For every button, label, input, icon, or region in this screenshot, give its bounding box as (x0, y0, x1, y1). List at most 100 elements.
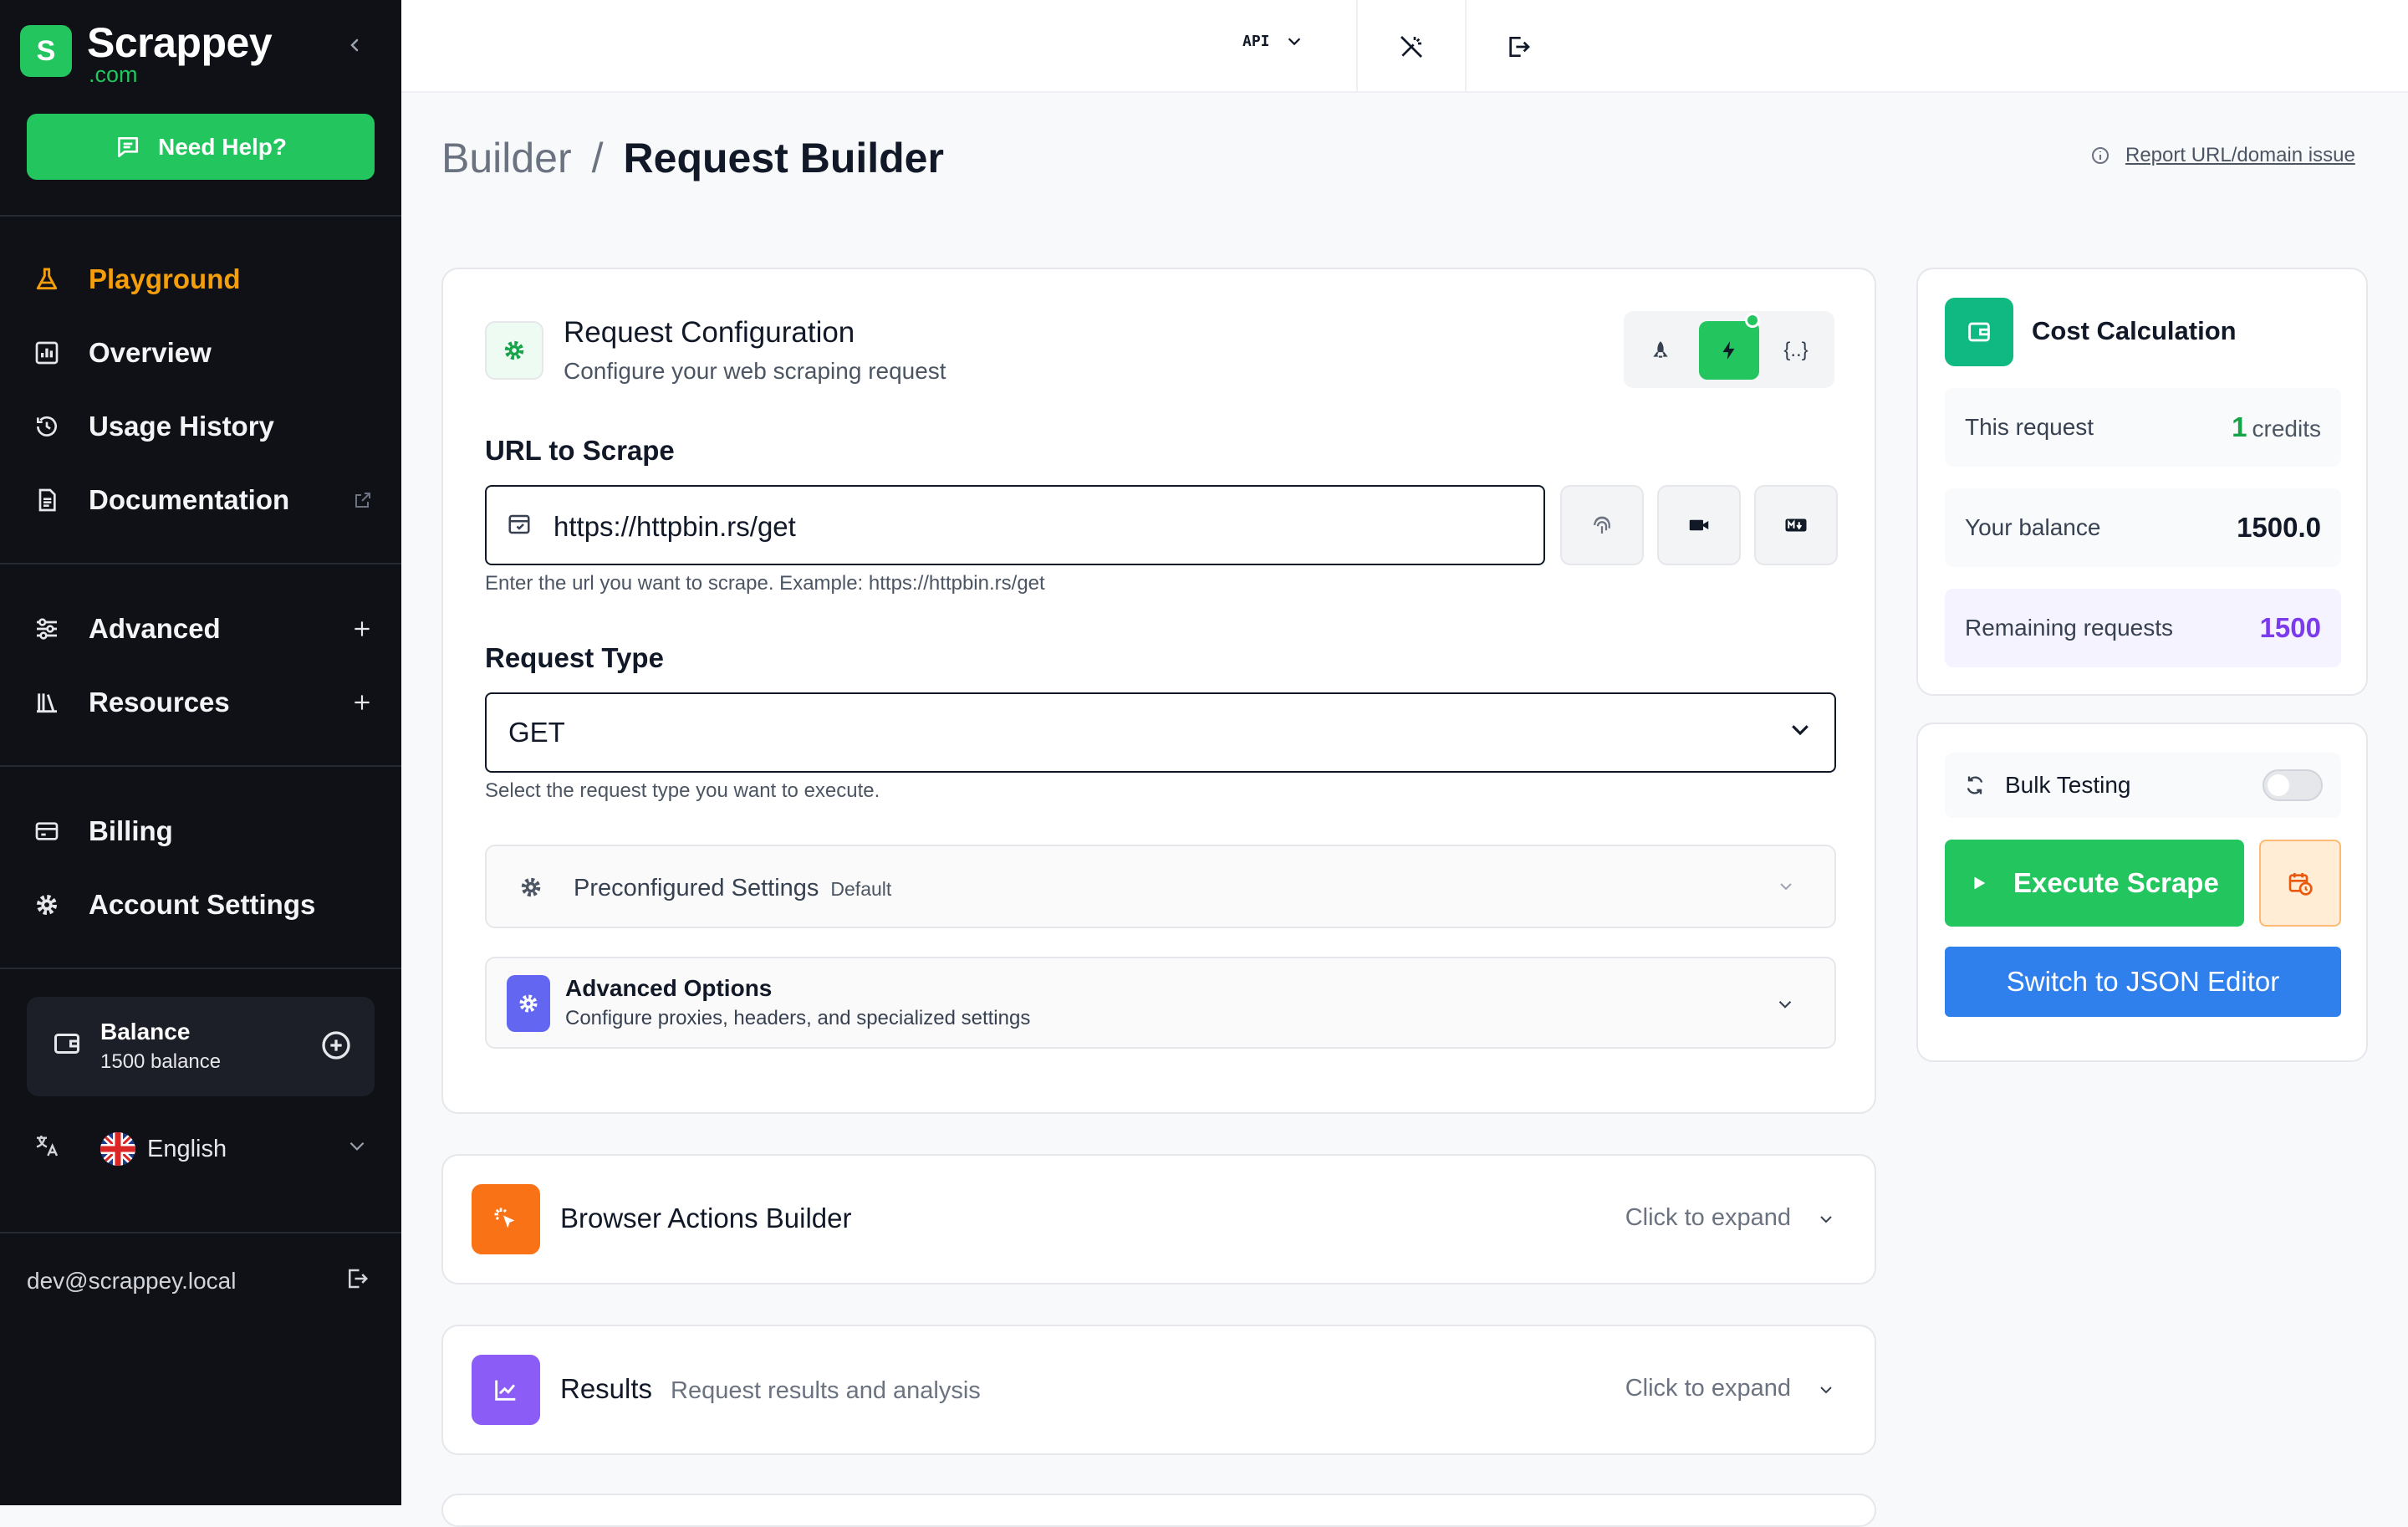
url-label: URL to Scrape (485, 435, 675, 466)
balance-title: Balance (100, 1019, 191, 1044)
request-type-select[interactable]: GET (485, 692, 1836, 773)
wallet-icon (52, 1029, 82, 1063)
bulk-testing-row: Bulk Testing (1945, 753, 2341, 818)
nav-account-settings[interactable]: Account Settings (30, 880, 373, 930)
balance-label: Your balance (1965, 514, 2101, 540)
browser-actions-title: Browser Actions Builder (560, 1203, 852, 1233)
nav-overview[interactable]: Overview (30, 328, 373, 378)
video-record-button[interactable] (1657, 485, 1741, 565)
rocket-icon (1653, 341, 1668, 358)
chevron-down-icon (1288, 38, 1300, 46)
results-card[interactable]: Results Request results and analysis Clic… (441, 1325, 1876, 1455)
report-issue-label: Report URL/domain issue (2125, 144, 2355, 166)
report-issue-link[interactable]: Report URL/domain issue (2090, 144, 2355, 167)
brand-logo[interactable]: S Scrappey .com (20, 18, 381, 94)
plus-icon (351, 692, 373, 713)
remaining-row: Remaining requests 1500 (1945, 589, 2341, 667)
card-subtitle: Configure your web scraping request (564, 358, 946, 384)
schedule-button[interactable] (2259, 840, 2341, 927)
browser-actions-card[interactable]: Browser Actions Builder Click to expand (441, 1154, 1876, 1284)
advanced-options-title: Advanced Options (565, 975, 773, 1001)
cursor-click-icon (472, 1184, 540, 1254)
chevron-left-icon (350, 38, 359, 52)
chevron-down-icon (1788, 717, 1813, 748)
plus-icon (351, 618, 373, 640)
cost-calculation-card: Cost Calculation This request 1 credits Y… (1916, 268, 2368, 696)
wallet-icon (1945, 298, 2013, 366)
request-type-label: Request Type (485, 642, 664, 673)
json-mode-label: {..} (1783, 339, 1809, 361)
chevron-down-icon (1776, 876, 1796, 901)
nav-label: Usage History (89, 411, 274, 442)
fingerprint-button[interactable] (1560, 485, 1644, 565)
switch-json-editor-button[interactable]: Switch to JSON Editor (1945, 947, 2341, 1017)
gear-icon (30, 888, 64, 922)
nav-documentation[interactable]: Documentation (30, 475, 373, 525)
markdown-button[interactable] (1754, 485, 1838, 565)
rocket-mode-button[interactable] (1630, 321, 1691, 380)
json-mode-button[interactable]: {..} (1766, 321, 1826, 380)
breadcrumb-separator: / (591, 135, 604, 181)
remaining-value: 1500 (2259, 612, 2321, 643)
theme-toggle-button[interactable] (1395, 30, 1428, 64)
this-request-label: This request (1965, 414, 2094, 440)
api-select[interactable]: API (1242, 32, 1303, 50)
external-link-icon (353, 490, 373, 510)
language-select[interactable]: English (33, 1131, 368, 1167)
breadcrumb-parent[interactable]: Builder (441, 134, 572, 182)
results-title: Results Request results and analysis (560, 1373, 981, 1405)
mode-switcher: {..} (1624, 311, 1834, 388)
browser-window-icon (507, 512, 532, 541)
lightning-icon (1722, 341, 1735, 360)
logout-icon[interactable] (344, 1266, 370, 1297)
need-help-button[interactable]: Need Help? (27, 114, 375, 180)
sidebar: S Scrappey .com Need Help? Playground Ov… (0, 0, 401, 1505)
advanced-options-desc: Configure proxies, headers, and speciali… (565, 1007, 1031, 1029)
execute-scrape-button[interactable]: Execute Scrape (1945, 840, 2244, 927)
document-icon (30, 483, 64, 517)
logout-button[interactable] (1502, 30, 1535, 64)
url-field[interactable] (485, 485, 1545, 565)
add-balance-icon[interactable] (319, 1029, 353, 1066)
bar-chart-icon (30, 336, 64, 370)
url-hint: Enter the url you want to scrape. Exampl… (485, 572, 1045, 595)
nav-label: Documentation (89, 484, 290, 515)
nav-playground[interactable]: Playground (30, 254, 373, 304)
balance-card[interactable]: Balance 1500 balance (27, 997, 375, 1096)
request-type-hint: Select the request type you want to exec… (485, 779, 880, 802)
logo-badge: S (20, 25, 72, 77)
nav-label: Overview (89, 337, 212, 368)
preconfigured-settings-accordion[interactable]: Preconfigured Settings Default (485, 845, 1836, 928)
url-input[interactable] (554, 503, 1523, 550)
fast-mode-button[interactable] (1699, 321, 1759, 380)
nav-billing[interactable]: Billing (30, 806, 373, 856)
nav-resources[interactable]: Resources (30, 677, 373, 728)
play-icon (1974, 876, 1986, 890)
balance-row: Your balance 1500.0 (1945, 488, 2341, 567)
advanced-options-accordion[interactable]: Advanced Options Configure proxies, head… (485, 957, 1836, 1049)
collapse-sidebar-button[interactable] (338, 28, 371, 62)
expand-hint: Click to expand (1625, 1375, 1791, 1402)
calendar-clock-icon (2288, 873, 2313, 896)
chevron-down-icon (1816, 1380, 1836, 1404)
chevron-down-icon (346, 1135, 368, 1163)
breadcrumb: Builder / Request Builder (441, 134, 944, 182)
nav-label: Advanced (89, 613, 221, 644)
nav-label: Billing (89, 815, 173, 846)
logout-icon (1509, 37, 1530, 57)
preconfigured-badge: Default (830, 878, 892, 900)
nav-label: Resources (89, 687, 230, 718)
fingerprint-icon (1594, 516, 1610, 534)
chat-icon (117, 136, 138, 157)
nav-usage-history[interactable]: Usage History (30, 401, 373, 452)
nav-advanced[interactable]: Advanced (30, 604, 373, 654)
bulk-testing-toggle[interactable] (2263, 769, 2323, 801)
divider (1356, 0, 1358, 93)
balance-value: 1500.0 (2237, 512, 2321, 543)
user-email: dev@scrappey.local (27, 1268, 237, 1294)
divider (0, 563, 401, 564)
settings-icon (485, 321, 543, 380)
nav-label: Playground (89, 263, 241, 294)
settings-icon (507, 975, 550, 1032)
topbar: API (401, 0, 2408, 93)
